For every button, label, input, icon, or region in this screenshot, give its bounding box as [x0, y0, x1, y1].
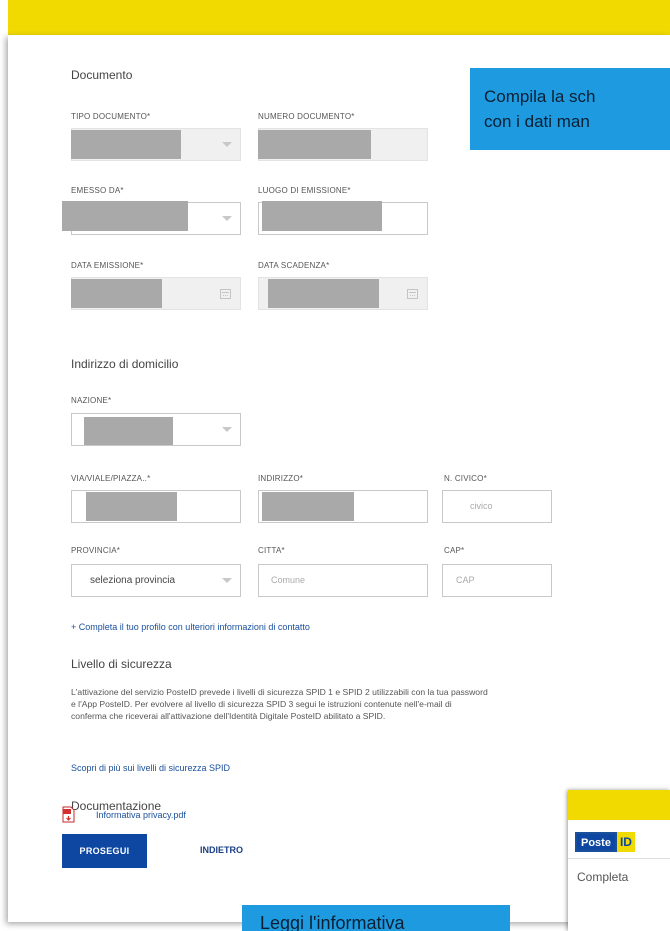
documento-section-title: Documento [71, 68, 133, 82]
prosegui-button[interactable]: PROSEGUI [62, 834, 147, 868]
luogo-emissione-label: LUOGO DI EMISSIONE* [258, 186, 351, 195]
chevron-down-icon [222, 216, 232, 221]
redacted-block [262, 492, 354, 521]
poste-logo-text: Poste [575, 832, 617, 852]
civico-input[interactable]: civico [442, 490, 552, 523]
provincia-select[interactable]: seleziona provincia [71, 564, 241, 597]
id-logo-mark: ID [616, 832, 635, 852]
redacted-block [268, 279, 379, 308]
indirizzo-label: INDIRIZZO* [258, 474, 304, 483]
instruction-callout: Compila la sch con i dati man [470, 68, 670, 150]
sicurezza-paragraph: L'attivazione del servizio PosteID preve… [71, 686, 488, 722]
sicurezza-line-2: e l'App PosteID. Per evolvere al livello… [71, 699, 452, 709]
callout-bottom-text: Leggi l'informativa [260, 913, 405, 931]
numero-documento-label: NUMERO DOCUMENTO* [258, 112, 355, 121]
callout-line-1: Compila la sch [484, 87, 596, 106]
redacted-block [71, 130, 181, 159]
via-label: VIA/VIALE/PIAZZA..* [71, 474, 151, 483]
cap-label: CAP* [444, 546, 465, 555]
chevron-down-icon [222, 578, 232, 583]
indirizzo-section-title: Indirizzo di domicilio [71, 357, 179, 371]
chevron-down-icon [222, 142, 232, 147]
informativa-privacy-link[interactable]: Informativa privacy.pdf [96, 810, 186, 820]
top-yellow-bar [8, 0, 670, 35]
nazione-label: NAZIONE* [71, 396, 112, 405]
redacted-block [62, 201, 188, 231]
pdf-file-icon[interactable] [62, 806, 75, 823]
emesso-da-label: EMESSO DA* [71, 186, 124, 195]
civico-placeholder: civico [470, 501, 493, 511]
provincia-label: PROVINCIA* [71, 546, 121, 555]
redacted-block [258, 130, 371, 159]
redacted-block [71, 279, 162, 308]
civico-label: N. CIVICO* [444, 474, 487, 483]
tipo-documento-label: TIPO DOCUMENTO* [71, 112, 151, 121]
posteid-logo: Poste ID [575, 832, 670, 852]
redacted-block [262, 201, 382, 231]
thumbnail-text: Completa [577, 870, 629, 884]
redacted-block [86, 492, 177, 521]
redacted-block [84, 417, 173, 445]
sicurezza-line-3: conferma che riceverai all'attivazione d… [71, 711, 386, 721]
scopri-spid-link[interactable]: Scopri di più sui livelli di sicurezza S… [71, 763, 230, 773]
data-scadenza-label: DATA SCADENZA* [258, 261, 330, 270]
sicurezza-line-1: L'attivazione del servizio PosteID preve… [71, 687, 488, 697]
indietro-button[interactable]: INDIETRO [200, 845, 243, 855]
provincia-value: seleziona provincia [90, 575, 176, 586]
cap-input[interactable]: CAP [442, 564, 552, 597]
callout-line-2: con i dati man [484, 112, 590, 131]
completa-profilo-link[interactable]: + Completa il tuo profilo con ulteriori … [71, 622, 310, 632]
citta-placeholder: Comune [271, 575, 306, 585]
sicurezza-section-title: Livello di sicurezza [71, 657, 172, 671]
cap-placeholder: CAP [456, 575, 475, 585]
thumbnail-yellow-bar [568, 790, 670, 820]
next-step-thumbnail: Poste ID Completa [568, 790, 670, 931]
chevron-down-icon [222, 427, 232, 432]
informativa-callout: Leggi l'informativa [242, 905, 510, 931]
thumbnail-divider [568, 858, 670, 859]
data-emissione-label: DATA EMISSIONE* [71, 261, 144, 270]
citta-label: CITTA* [258, 546, 285, 555]
citta-input[interactable]: Comune [258, 564, 428, 597]
calendar-icon[interactable] [220, 289, 231, 299]
calendar-icon[interactable] [407, 289, 418, 299]
